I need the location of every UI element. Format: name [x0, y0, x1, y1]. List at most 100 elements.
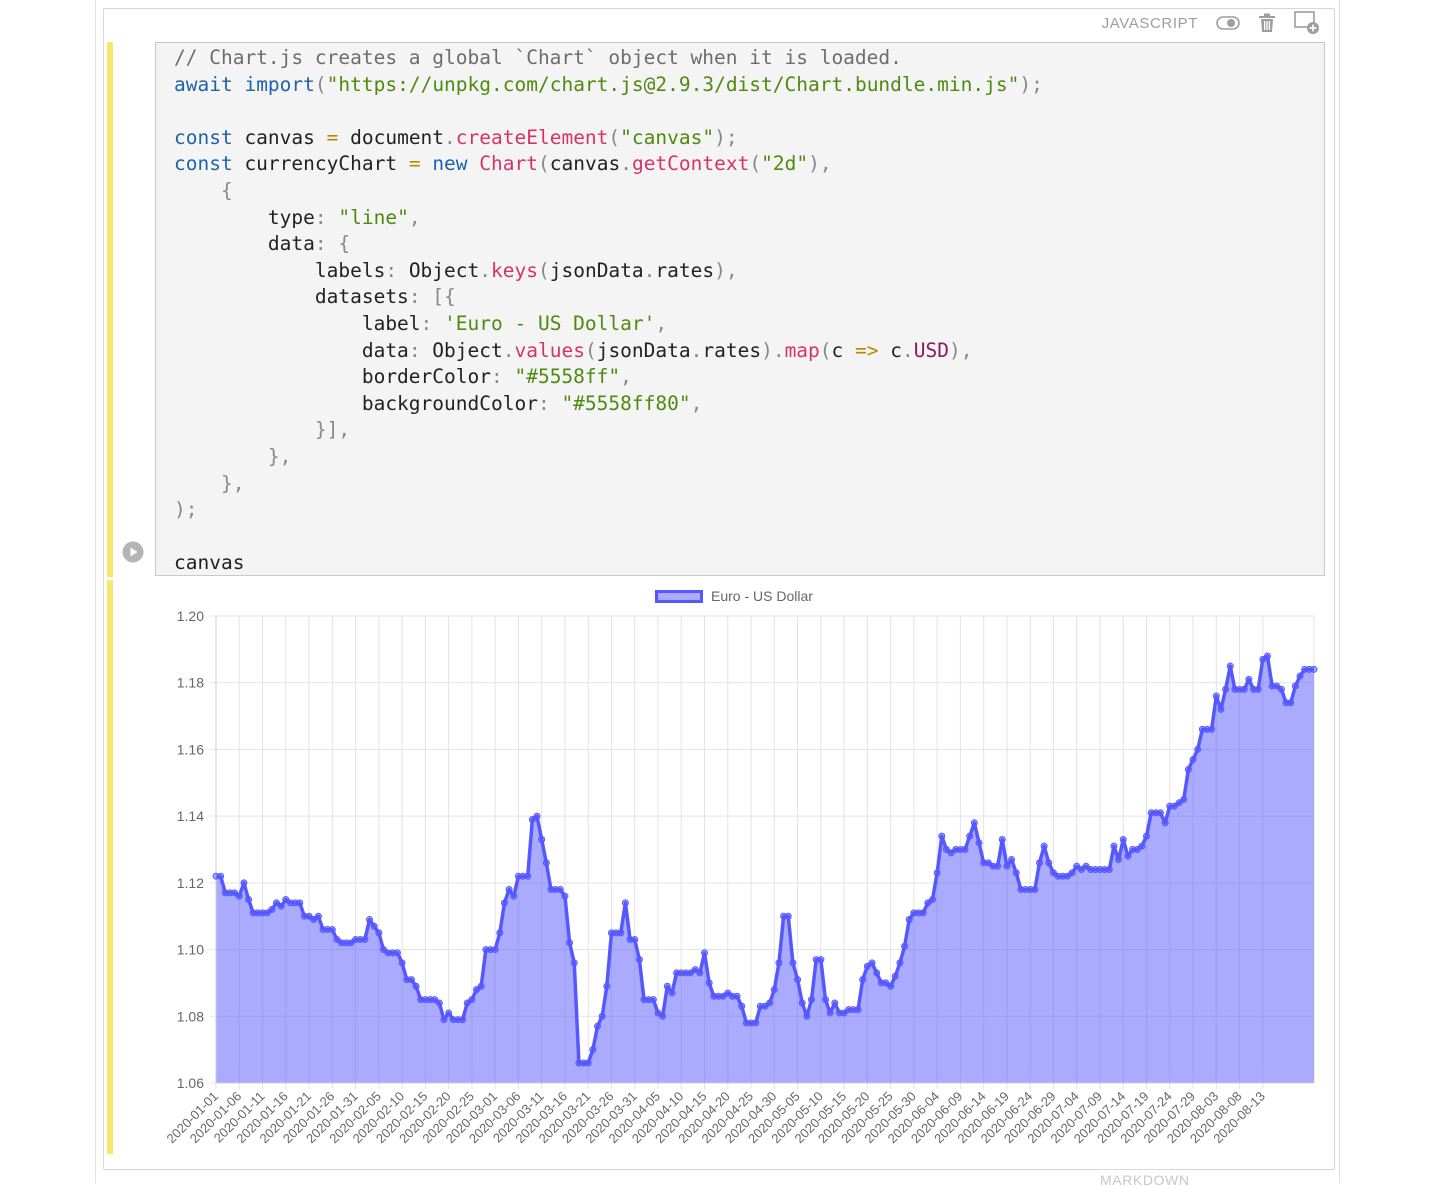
code-line[interactable]: data: { — [174, 231, 350, 257]
code-token: ), — [808, 152, 832, 176]
data-point — [398, 959, 406, 967]
data-point — [1287, 699, 1295, 707]
data-point — [570, 959, 578, 967]
run-icon[interactable] — [122, 541, 144, 563]
code-token: canvas — [174, 551, 245, 575]
data-point — [696, 969, 704, 977]
code-line[interactable]: const canvas = document.createElement("c… — [174, 125, 738, 151]
code-token: : { — [314, 232, 351, 256]
data-point — [524, 872, 532, 880]
code-token: 'Euro - US Dollar' — [444, 312, 656, 335]
code-line[interactable]: borderColor: "#5558ff", — [174, 364, 632, 390]
code-line[interactable]: const currencyChart = new Chart(canvas.g… — [174, 151, 832, 177]
code-token: rates — [655, 258, 715, 282]
code-editor[interactable]: // Chart.js creates a global `Chart` obj… — [155, 42, 1325, 576]
code-line[interactable]: data: Object.values(jsonData.rates).map(… — [174, 338, 973, 364]
data-point — [938, 832, 946, 840]
code-token: data — [174, 232, 315, 256]
data-point — [566, 939, 574, 947]
data-point — [1161, 819, 1169, 827]
line-chart: 1.201.181.161.141.121.101.081.062020-01-… — [163, 608, 1318, 1146]
data-point — [975, 839, 983, 847]
code-token: jsonData — [549, 258, 644, 282]
data-point — [933, 869, 941, 877]
cell-language-label[interactable]: JAVASCRIPT — [1102, 15, 1198, 32]
data-point — [538, 835, 546, 843]
data-point — [477, 982, 485, 990]
y-tick-label: 1.16 — [177, 741, 204, 757]
data-point — [235, 892, 243, 900]
data-point — [1189, 755, 1197, 763]
code-token: document — [338, 125, 445, 149]
code-token: . — [902, 338, 914, 362]
code-line[interactable]: }, — [174, 471, 245, 497]
trash-icon[interactable] — [1258, 13, 1276, 33]
data-point — [598, 1012, 606, 1020]
code-token: , — [655, 312, 668, 335]
code-token: map — [784, 338, 820, 362]
code-token: "2d" — [761, 152, 809, 176]
data-point — [928, 896, 936, 904]
code-line[interactable]: canvas — [174, 550, 244, 576]
code-token: ( — [538, 152, 550, 176]
data-point — [440, 1016, 448, 1024]
code-token: , — [408, 205, 421, 229]
data-point — [752, 1019, 760, 1027]
cell-marker-output — [107, 580, 113, 1154]
add-cell-icon[interactable] — [1294, 11, 1320, 35]
code-token: c — [878, 338, 902, 362]
code-token: ( — [314, 72, 327, 96]
code-line[interactable]: { — [174, 178, 233, 204]
code-token: ( — [537, 258, 550, 282]
code-line[interactable]: labels: Object.keys(jsonData.rates), — [174, 258, 738, 284]
code-line[interactable]: ); — [174, 497, 197, 523]
data-point — [314, 912, 322, 920]
code-token: keys — [491, 258, 538, 282]
data-point — [770, 986, 778, 994]
toggle-icon[interactable] — [1216, 15, 1240, 31]
code-line[interactable]: label: 'Euro - US Dollar', — [174, 311, 667, 337]
code-token: = — [408, 152, 421, 176]
data-point — [798, 999, 806, 1007]
code-line[interactable]: // Chart.js creates a global `Chart` obj… — [174, 45, 902, 71]
data-point — [1110, 842, 1118, 850]
code-token: const — [174, 152, 233, 176]
code-token: ( — [608, 125, 621, 149]
cell-marker-code — [107, 42, 113, 577]
data-point — [1040, 842, 1048, 850]
data-point — [1138, 842, 1146, 850]
data-point — [789, 959, 797, 967]
y-tick-label: 1.10 — [177, 942, 204, 958]
data-point — [1184, 765, 1192, 773]
code-line[interactable]: backgroundColor: "#5558ff80", — [174, 391, 703, 417]
data-point — [1045, 859, 1053, 867]
data-point — [361, 936, 369, 944]
code-line[interactable]: }, — [174, 444, 292, 470]
data-point — [393, 949, 401, 957]
code-line[interactable]: await import("https://unpkg.com/chart.js… — [174, 72, 1043, 98]
data-point — [556, 886, 564, 894]
y-tick-label: 1.20 — [177, 608, 204, 624]
data-point — [1115, 856, 1123, 864]
code-line[interactable]: }], — [174, 417, 350, 443]
data-point — [919, 909, 927, 917]
data-point — [970, 819, 978, 827]
code-token: currencyChart — [232, 152, 409, 176]
data-point — [435, 999, 443, 1007]
code-token: ). — [761, 338, 785, 362]
y-tick-label: 1.06 — [177, 1075, 204, 1091]
code-token: "line" — [338, 205, 409, 229]
data-point — [328, 926, 336, 934]
code-token: label — [174, 312, 421, 335]
data-point — [826, 1009, 834, 1017]
data-point — [277, 902, 285, 910]
data-point — [1226, 662, 1234, 670]
code-line[interactable]: type: "line", — [174, 205, 421, 231]
code-token: ); — [714, 125, 738, 149]
code-line[interactable]: datasets: [{ — [174, 284, 456, 310]
data-point — [821, 996, 829, 1004]
data-point — [705, 979, 713, 987]
data-point — [766, 999, 774, 1007]
